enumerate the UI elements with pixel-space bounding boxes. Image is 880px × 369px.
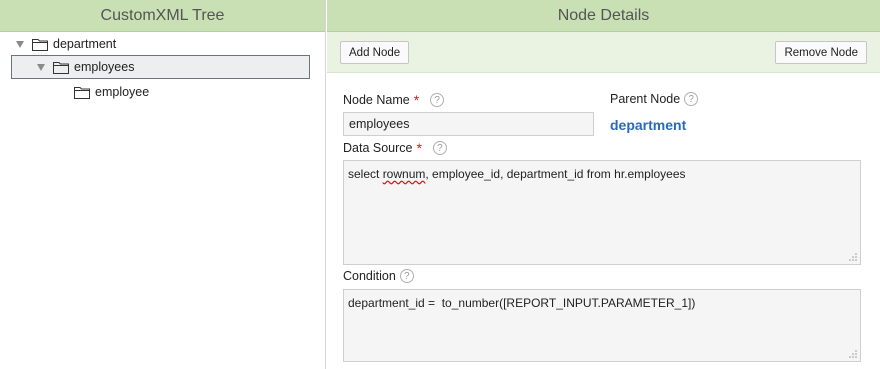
resize-grip-icon[interactable] xyxy=(849,253,857,261)
help-icon[interactable]: ? xyxy=(430,93,445,107)
folder-icon xyxy=(74,86,90,99)
folder-icon xyxy=(32,38,48,51)
data-source-text-part: select xyxy=(348,167,383,181)
tree-node-employees[interactable]: employees xyxy=(11,55,310,79)
help-icon[interactable]: ? xyxy=(684,92,699,106)
details-toolbar: Add Node Remove Node xyxy=(327,32,880,73)
condition-label-group: Condition ? xyxy=(343,269,414,283)
resize-grip-icon[interactable] xyxy=(849,350,857,358)
node-name-label: Node Name xyxy=(343,93,410,107)
help-icon[interactable]: ? xyxy=(432,141,447,155)
required-marker: * xyxy=(416,140,422,156)
required-marker: * xyxy=(413,92,420,108)
details-panel-title: Node Details xyxy=(327,0,880,32)
tree-node-label: employees xyxy=(74,60,135,74)
help-icon[interactable]: ? xyxy=(399,269,414,283)
node-details-panel: Node Details Add Node Remove Node Node N… xyxy=(327,0,880,369)
add-node-button[interactable]: Add Node xyxy=(340,41,410,64)
condition-textarea[interactable]: department_id = to_number([REPORT_INPUT.… xyxy=(343,289,861,362)
node-name-field[interactable]: employees xyxy=(343,112,594,136)
tree-panel-title: CustomXML Tree xyxy=(0,0,325,32)
data-source-textarea[interactable]: select rownum, employee_id, department_i… xyxy=(343,160,861,265)
tree-node-department[interactable]: department xyxy=(16,33,216,55)
tree-node-label: employee xyxy=(95,85,150,99)
parent-node-label-group: Parent Node ? xyxy=(610,92,699,106)
data-source-text-part: , employee_id, department_id from hr.emp… xyxy=(425,167,686,181)
parent-node-label: Parent Node xyxy=(610,92,681,106)
node-name-label-group: Node Name * ? xyxy=(343,92,445,108)
condition-text: department_id = to_number([REPORT_INPUT.… xyxy=(348,296,696,310)
data-source-label: Data Source xyxy=(343,141,413,155)
expand-arrow-icon[interactable] xyxy=(37,63,45,71)
folder-icon xyxy=(53,61,69,74)
parent-node-value: department xyxy=(610,117,687,133)
expand-arrow-icon[interactable] xyxy=(16,40,24,48)
misspelled-word: rownum xyxy=(382,167,426,181)
tree-node-employee[interactable]: employee xyxy=(74,81,274,103)
remove-node-button[interactable]: Remove Node xyxy=(775,41,867,64)
data-source-label-group: Data Source * ? xyxy=(343,140,447,156)
tree-node-label: department xyxy=(53,37,117,51)
condition-label: Condition xyxy=(343,269,396,283)
